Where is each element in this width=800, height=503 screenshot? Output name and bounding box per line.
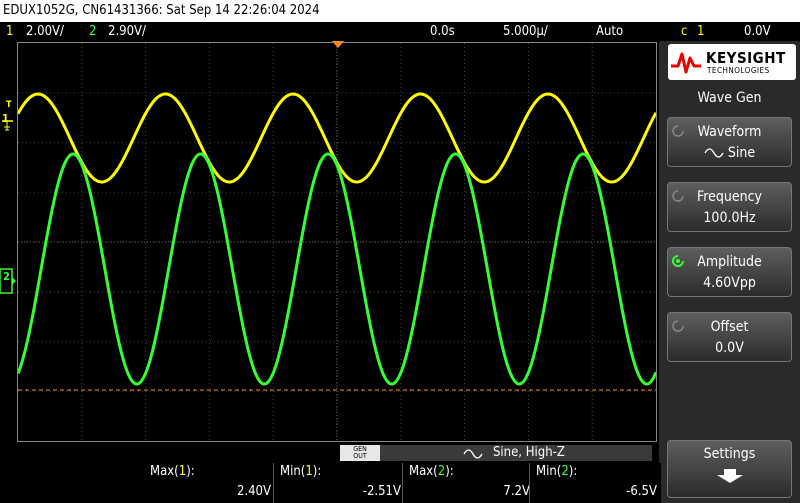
measurement-label: Min(1): bbox=[280, 464, 322, 479]
waveform-display[interactable] bbox=[16, 42, 658, 442]
ch2-marker-label: 2 bbox=[3, 270, 10, 283]
sine-icon bbox=[463, 449, 483, 459]
waveform-svg bbox=[16, 43, 658, 441]
time-offset[interactable]: 0.0s bbox=[430, 22, 455, 41]
gen-out-badge: GEN OUT bbox=[340, 445, 380, 461]
measurement-label: Max(2): bbox=[409, 464, 454, 479]
settings-button[interactable]: Settings bbox=[667, 440, 792, 498]
measurement-value: 7.2V bbox=[503, 484, 530, 499]
amplitude-label: Amplitude bbox=[697, 254, 762, 270]
measurement-value: 2.40V bbox=[236, 484, 271, 499]
waveform-value: Sine bbox=[668, 145, 791, 161]
trigger-marker: T bbox=[6, 100, 12, 110]
ch2-number[interactable]: 2 bbox=[89, 22, 96, 41]
ch1-scale[interactable]: 2.00V/ bbox=[26, 22, 64, 41]
measurement-label: Max(1): bbox=[150, 464, 195, 479]
logo-brand: KEYSIGHT bbox=[706, 49, 786, 67]
waveform-label: Waveform bbox=[697, 124, 762, 140]
menu-title: Wave Gen bbox=[697, 90, 762, 106]
offset-value: 0.0V bbox=[715, 340, 744, 356]
waveform-softkey[interactable]: Waveform Sine bbox=[667, 117, 792, 167]
trigger-slope-icon: ϲ bbox=[681, 24, 688, 39]
logo-sub: TECHNOLOGIES bbox=[707, 66, 770, 75]
ch1-marker-label: 1 bbox=[2, 112, 9, 125]
title-bar: EDUX1052G, CN61431366: Sat Sep 14 22:26:… bbox=[0, 0, 800, 22]
measurement-min1[interactable]: Min(1): -2.51V bbox=[273, 463, 405, 503]
ch1-number[interactable]: 1 bbox=[6, 22, 13, 41]
down-arrow-icon bbox=[717, 469, 743, 483]
offset-softkey[interactable]: Offset 0.0V bbox=[667, 312, 792, 362]
wavegen-mode: Sine, High-Z bbox=[493, 445, 565, 460]
frequency-label: Frequency bbox=[697, 189, 762, 205]
time-scale[interactable]: 5.000µ/ bbox=[503, 22, 548, 41]
trigger-source[interactable]: 1 bbox=[697, 22, 704, 41]
measurement-max2[interactable]: Max(2): 7.2V bbox=[402, 463, 534, 503]
keysight-logo: KEYSIGHT TECHNOLOGIES bbox=[668, 44, 796, 80]
measurement-max1[interactable]: Max(1): 2.40V bbox=[144, 463, 275, 503]
measurement-value: -6.5V bbox=[626, 484, 657, 499]
settings-label: Settings bbox=[703, 446, 756, 462]
amplitude-softkey[interactable]: Amplitude 4.60Vpp bbox=[667, 247, 792, 297]
sine-icon bbox=[704, 148, 724, 158]
title-text: EDUX1052G, CN61431366: Sat Sep 14 22:26:… bbox=[3, 3, 320, 18]
frequency-value: 100.0Hz bbox=[703, 210, 756, 226]
trigger-mode[interactable]: Auto bbox=[596, 22, 623, 41]
measurement-min2[interactable]: Min(2): -6.5V bbox=[529, 463, 661, 503]
keysight-wave-icon bbox=[671, 52, 701, 74]
measurement-label: Min(2): bbox=[536, 464, 578, 479]
wavegen-status-bar: GEN OUT Sine, High-Z bbox=[340, 445, 652, 461]
amplitude-value: 4.60Vpp bbox=[703, 275, 756, 291]
measurement-value: -2.51V bbox=[362, 484, 401, 499]
trigger-level[interactable]: 0.0V bbox=[744, 22, 771, 41]
offset-label: Offset bbox=[710, 319, 749, 335]
frequency-softkey[interactable]: Frequency 100.0Hz bbox=[667, 182, 792, 232]
status-bar: 1 2.00V/ 2 2.90V/ 0.0s 5.000µ/ Auto ϲ 1 … bbox=[0, 22, 800, 41]
ch2-scale[interactable]: 2.90V/ bbox=[108, 22, 146, 41]
trigger-position-icon[interactable] bbox=[332, 41, 344, 49]
